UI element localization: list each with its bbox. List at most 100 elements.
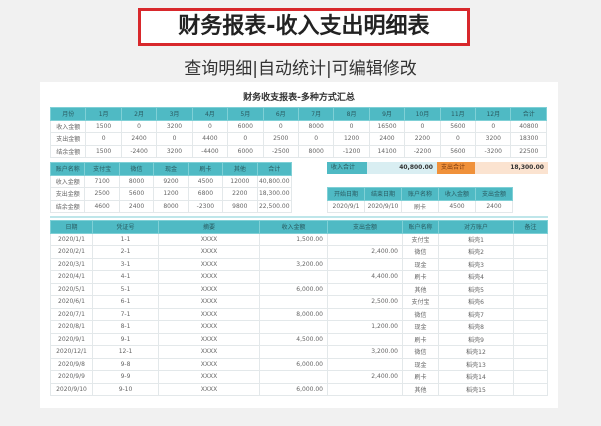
table-cell[interactable]: 4400 xyxy=(191,132,229,146)
table-cell[interactable]: 刷卡 xyxy=(402,270,439,284)
table-cell[interactable]: 2,500.00 xyxy=(327,295,403,309)
table-cell[interactable]: XXXX xyxy=(158,245,260,259)
table-cell[interactable]: 1500 xyxy=(85,144,122,158)
table-cell[interactable]: 结余金额 xyxy=(49,199,86,213)
table-cell[interactable]: 刷卡 xyxy=(401,199,439,213)
table-cell[interactable]: 2020/9/8 xyxy=(50,357,93,371)
table-cell[interactable]: 2,400.00 xyxy=(327,245,403,259)
table-cell[interactable]: XXXX xyxy=(158,257,260,271)
table-cell[interactable]: 5600 xyxy=(118,187,155,201)
table-cell[interactable]: 支付宝 xyxy=(402,232,439,246)
table-cell[interactable] xyxy=(513,232,548,246)
table-cell[interactable]: 刷卡 xyxy=(402,370,439,384)
table-cell[interactable]: 微信 xyxy=(402,307,439,321)
table-cell[interactable]: 收入金额 xyxy=(49,174,86,188)
table-cell[interactable]: 0 xyxy=(85,132,122,146)
table-cell[interactable]: 6-1 xyxy=(92,295,159,309)
table-cell[interactable]: 6,000.00 xyxy=(259,357,328,371)
table-cell[interactable]: XXXX xyxy=(158,295,260,309)
table-cell[interactable]: 微信 xyxy=(402,345,439,359)
table-cell[interactable]: 2400 xyxy=(368,132,406,146)
table-cell[interactable]: XXXX xyxy=(158,282,260,296)
table-cell[interactable] xyxy=(513,332,548,346)
table-cell[interactable]: 0 xyxy=(191,119,229,133)
table-cell[interactable]: 8000 xyxy=(153,199,189,213)
table-cell[interactable]: 2400 xyxy=(120,132,158,146)
table-cell[interactable]: 支付宝 xyxy=(402,295,439,309)
table-cell[interactable]: 14100 xyxy=(368,144,406,158)
table-cell[interactable]: 4,500.00 xyxy=(259,332,328,346)
table-cell[interactable]: 稻壳7 xyxy=(438,307,514,321)
table-cell[interactable] xyxy=(513,295,548,309)
table-cell[interactable]: 5-1 xyxy=(92,282,159,296)
table-cell[interactable]: 40800 xyxy=(510,119,547,133)
table-cell[interactable]: 2020/9/10 xyxy=(50,382,93,396)
table-cell[interactable]: 稻壳3 xyxy=(438,257,514,271)
table-cell[interactable] xyxy=(327,332,403,346)
table-cell[interactable]: 1200 xyxy=(333,132,370,146)
table-cell[interactable]: 1500 xyxy=(85,119,122,133)
table-cell[interactable]: -2200 xyxy=(404,144,441,158)
table-cell[interactable]: 0 xyxy=(439,132,477,146)
table-cell[interactable] xyxy=(513,307,548,321)
table-cell[interactable]: 2020/12/1 xyxy=(50,345,93,359)
table-cell[interactable]: 现金 xyxy=(402,357,439,371)
table-cell[interactable]: -2400 xyxy=(120,144,158,158)
table-cell[interactable]: 稻壳12 xyxy=(438,345,514,359)
table-cell[interactable]: 18,300.00 xyxy=(256,187,293,201)
table-cell[interactable]: -3200 xyxy=(475,144,512,158)
table-cell[interactable]: 微信 xyxy=(402,245,439,259)
table-cell[interactable]: 6000 xyxy=(227,119,264,133)
table-cell[interactable]: 3200 xyxy=(475,132,512,146)
table-cell[interactable]: -1200 xyxy=(333,144,370,158)
table-cell[interactable] xyxy=(259,245,328,259)
table-cell[interactable]: 2020/7/1 xyxy=(50,307,93,321)
table-cell[interactable]: 2,400.00 xyxy=(327,370,403,384)
table-cell[interactable]: 1,500.00 xyxy=(259,232,328,246)
table-cell[interactable]: 1,200.00 xyxy=(327,320,403,334)
table-cell[interactable]: 6,000.00 xyxy=(259,382,328,396)
table-cell[interactable]: 2020/4/1 xyxy=(50,270,93,284)
table-cell[interactable]: 2500 xyxy=(84,187,120,201)
table-cell[interactable]: 支出金额 xyxy=(49,187,86,201)
table-cell[interactable] xyxy=(513,345,548,359)
table-cell[interactable]: 8000 xyxy=(118,174,155,188)
table-cell[interactable]: 2020/1/1 xyxy=(50,232,93,246)
table-cell[interactable]: 9200 xyxy=(153,174,189,188)
table-cell[interactable]: XXXX xyxy=(158,382,260,396)
table-cell[interactable]: 稻壳4 xyxy=(438,270,514,284)
table-cell[interactable] xyxy=(513,270,548,284)
table-cell[interactable]: 4,400.00 xyxy=(327,270,403,284)
table-cell[interactable]: 1-1 xyxy=(92,232,159,246)
table-cell[interactable]: 9-8 xyxy=(92,357,159,371)
table-cell[interactable]: 0 xyxy=(227,132,264,146)
table-cell[interactable]: 收入金额 xyxy=(49,119,87,133)
table-cell[interactable]: 6,000.00 xyxy=(259,282,328,296)
table-cell[interactable]: 6000 xyxy=(227,144,264,158)
table-cell[interactable]: XXXX xyxy=(158,345,260,359)
table-cell[interactable] xyxy=(259,370,328,384)
table-cell[interactable]: 22500 xyxy=(510,144,547,158)
table-cell[interactable]: 3-1 xyxy=(92,257,159,271)
table-cell[interactable]: 2200 xyxy=(404,132,441,146)
table-cell[interactable]: 9-9 xyxy=(92,370,159,384)
table-cell[interactable]: 2400 xyxy=(475,199,513,213)
table-cell[interactable]: 7-1 xyxy=(92,307,159,321)
table-cell[interactable]: 稻壳14 xyxy=(438,370,514,384)
table-cell[interactable]: 刷卡 xyxy=(402,332,439,346)
table-cell[interactable]: XXXX xyxy=(158,332,260,346)
table-cell[interactable]: 3,200.00 xyxy=(259,257,328,271)
table-cell[interactable]: XXXX xyxy=(158,270,260,284)
table-cell[interactable]: 8,000.00 xyxy=(259,307,328,321)
table-cell[interactable]: 8000 xyxy=(297,119,335,133)
table-cell[interactable]: 0 xyxy=(475,119,512,133)
table-cell[interactable]: 2-1 xyxy=(92,245,159,259)
table-cell[interactable]: 0 xyxy=(156,132,193,146)
table-cell[interactable] xyxy=(513,370,548,384)
table-cell[interactable]: -2500 xyxy=(262,144,299,158)
table-cell[interactable] xyxy=(259,295,328,309)
table-cell[interactable] xyxy=(513,245,548,259)
table-cell[interactable]: 0 xyxy=(333,119,370,133)
table-cell[interactable]: 其他 xyxy=(402,282,439,296)
table-cell[interactable] xyxy=(327,382,403,396)
